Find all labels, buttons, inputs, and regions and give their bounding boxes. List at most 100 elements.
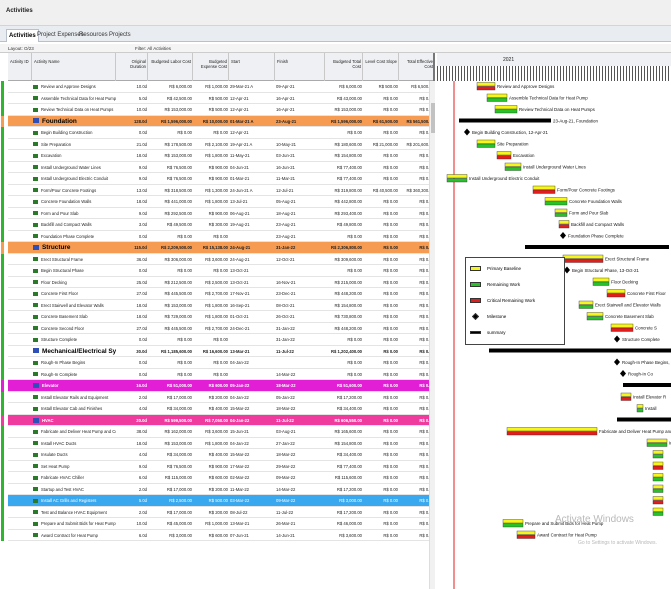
activity-row[interactable]: Install AC Grills and Registers 5.0d R$ 2,…: [8, 495, 433, 507]
wbs-row[interactable]: HVAC 20.0d R$ 599,500.00 R$ 7,050.00 04-Jan-…: [8, 414, 433, 426]
cell-start: 16-Sep-21: [230, 302, 250, 308]
baseline-bar: [606, 289, 626, 294]
cell-start: 07-Jun-21: [230, 532, 249, 538]
wbs-row[interactable]: Foundation 128.0d R$ 1,596,000.00 R$ 10,000…: [8, 115, 433, 127]
activity-row[interactable]: Install Elevator Rails and Equipment 2.0d…: [8, 392, 433, 403]
activity-row[interactable]: Begin Building Construction 0.0d R$ 0.00 R$…: [8, 127, 433, 139]
col-finish[interactable]: Finish: [275, 53, 325, 81]
activity-row[interactable]: Prepare and Submit Bids for Heat Pump 10.…: [8, 518, 433, 530]
col-budgeted-labor-cost[interactable]: Budgeted Labor Cost: [148, 53, 193, 81]
gantt-legend: Primary Baseline Remaining Work Critical R…: [465, 257, 565, 345]
wbs-row[interactable]: Elevator 16.0d R$ 51,000.00 R$ 600.00 05-Jan…: [8, 380, 433, 392]
legend-item: Primary Baseline: [470, 264, 521, 273]
activity-row[interactable]: Site Preparation 21.0d R$ 178,500.00 R$ 2,1…: [8, 139, 433, 150]
cell-dur: 16.0d: [136, 383, 147, 388]
activity-row[interactable]: Fabricate HVAC Chiller 6.0d R$ 115,000.00 R…: [8, 472, 433, 484]
activity-row[interactable]: Rough-In Phase Begins 0.0d R$ 0.00 R$ 0.00 0…: [8, 357, 433, 369]
layout-label[interactable]: Layout: O/23: [8, 46, 34, 51]
activity-row[interactable]: Test and Balance HVAC Equipment 2.0d R$ 17…: [8, 507, 433, 518]
table-header: Activity ID Activity Name Original Durat…: [8, 53, 433, 81]
activity-row[interactable]: Foundation Phase Complete 0.0d R$ 0.00 R$ 0…: [8, 231, 433, 242]
activity-icon: [33, 406, 38, 411]
cell-exp: R$ 400.00: [208, 452, 228, 457]
activity-name-text: Mechanical/Electrical Systems: [42, 347, 116, 355]
wbs-icon: [33, 417, 39, 423]
col-activity-name[interactable]: Activity Name: [32, 53, 116, 81]
activity-row[interactable]: Review and Approve Designs 10.0d R$ 6,000.…: [8, 81, 433, 93]
tab-resources[interactable]: Resources: [77, 29, 110, 42]
activity-row[interactable]: Erect Stairwell and Elevator Walls 18.0d R…: [8, 300, 433, 311]
activity-row[interactable]: Set Heat Pump 9.0d R$ 76,500.00 R$ 900.00 17…: [8, 461, 433, 472]
bar-label: Begin Structural Phase, 13-Oct-21: [572, 268, 639, 273]
col-budgeted-total-cost[interactable]: Budgeted Total Cost: [325, 53, 363, 81]
wbs-color-stripe: [1, 150, 4, 162]
cell-slope: R$ 0.00: [383, 452, 398, 457]
activity-name-text: Erect Structural Frame: [41, 256, 84, 262]
col-level-cost-slope[interactable]: Level Cost Slope: [363, 53, 399, 81]
cell-name: Assemble Technical Data for Heat Pump: [32, 93, 116, 104]
col-original-duration[interactable]: Original Duration: [116, 53, 148, 81]
activity-row[interactable]: Insulate Ducts 4.0d R$ 34,000.00 R$ 400.00 1…: [8, 449, 433, 461]
cell-slope: R$ 500.00: [378, 84, 398, 89]
activity-row[interactable]: Concrete Basement Slab 18.0d R$ 729,000.00…: [8, 311, 433, 323]
wbs-row[interactable]: Structure 115.0d R$ 2,209,500.00 R$ 15,138.…: [8, 242, 433, 254]
activity-row[interactable]: Form and Pour Slab 9.0d R$ 292,500.00 R$ 90…: [8, 208, 433, 219]
activity-row[interactable]: Fabricate and Deliver Heat Pump and Co 38…: [8, 426, 433, 438]
activity-row[interactable]: Install Elevator Cab and Finishes 4.0d R$ …: [8, 403, 433, 415]
tab-projects[interactable]: Projects: [107, 29, 133, 42]
cell-finish: 09-Mar-22: [276, 475, 296, 480]
table-scrollbar[interactable]: [429, 81, 435, 589]
activity-row[interactable]: Startup and Test HVAC 2.0d R$ 17,000.00 R$ …: [8, 484, 433, 495]
cell-slope: R$ 0.00: [383, 521, 398, 526]
activity-row[interactable]: Backfill and Compact Walls 3.0d R$ 49,500.…: [8, 219, 433, 231]
baseline-bar: [578, 300, 594, 305]
activity-row[interactable]: Begin Structural Phase 0.0d R$ 0.00 R$ 0.00…: [8, 265, 433, 277]
activity-row[interactable]: Concrete Foundation Walls 18.0d R$ 441,000…: [8, 196, 433, 208]
activity-row[interactable]: Install Underground Water Lines 9.0d R$ 76…: [8, 162, 433, 173]
activity-row[interactable]: Install Underground Electric Conduit 9.0d…: [8, 173, 433, 185]
cell-start: 12-Apr-21: [230, 107, 249, 112]
cell-total: R$ 34,400.00: [336, 452, 362, 457]
activity-row[interactable]: Excavation 18.0d R$ 153,000.00 R$ 1,800.00 1…: [8, 150, 433, 162]
activity-row[interactable]: Erect Structural Frame 36.0d R$ 306,000.00…: [8, 254, 433, 265]
cell-dur: 4.0d: [138, 452, 147, 457]
legend-item: Remaining Work: [470, 280, 520, 289]
scrollbar-thumb[interactable]: [431, 103, 435, 133]
col-activity-id[interactable]: Activity ID: [8, 53, 32, 81]
activity-row[interactable]: Install HVAC Ducts 18.0d R$ 153,000.00 R$ 1…: [8, 438, 433, 449]
cell-total: R$ 6,000.00: [339, 84, 362, 89]
filter-label[interactable]: Filter: All Activities: [135, 46, 171, 51]
tab-activities[interactable]: Activities: [6, 29, 39, 42]
cell-finish: 23-Aug-21: [276, 118, 297, 124]
col-total-effective-cost[interactable]: Total Effective Cost: [399, 53, 433, 81]
cell-slope: R$ 0.00: [383, 463, 398, 469]
bar-label: 23-Aug-21, Foundation: [553, 119, 598, 124]
col-budgeted-expense-cost[interactable]: Budgeted Expense Cost: [193, 53, 229, 81]
cell-finish: 03-Aug-21: [276, 429, 296, 434]
activity-row[interactable]: Concrete Second Floor 27.0d R$ 445,500.00 R…: [8, 323, 433, 334]
cell-total: R$ 77,400.00: [336, 164, 362, 170]
activity-row[interactable]: Floor Decking 25.0d R$ 212,500.00 R$ 2,500.…: [8, 277, 433, 288]
activity-icon: [33, 510, 38, 515]
cell-exp: R$ 2,700.00: [205, 325, 228, 331]
activity-row[interactable]: Review Technical Data on Heat Pumps 10.0d…: [8, 104, 433, 116]
cell-exp: R$ 1,800.00: [205, 440, 228, 446]
activity-row[interactable]: Rough-In Complete 0.0d R$ 0.00 R$ 0.00 14-Ma…: [8, 369, 433, 380]
cell-name: Install Underground Electric Conduit: [32, 173, 116, 184]
cell-slope: R$ 0.00: [383, 245, 398, 250]
activity-row[interactable]: Structure Complete 0.0d R$ 0.00 R$ 0.00 31-J…: [8, 334, 433, 346]
activity-row[interactable]: Assemble Technical Data for Heat Pump 5.0…: [8, 93, 433, 104]
wbs-row[interactable]: Mechanical/Electrical Systems 30.0d R$ 1,1…: [8, 345, 433, 357]
cell-total: R$ 180,600.00: [334, 141, 362, 147]
wbs-color-stripe: [1, 184, 4, 196]
activity-row[interactable]: Concrete First Floor 27.0d R$ 445,500.00 R$…: [8, 288, 433, 300]
col-start[interactable]: Start: [229, 53, 275, 81]
cell-dur: 0.0d: [138, 233, 147, 239]
activity-row[interactable]: Form/Pour Concrete Footings 13.0d R$ 318,5…: [8, 185, 433, 196]
legend-label: summary: [487, 330, 506, 335]
bar-label: Structure Complete: [622, 337, 660, 342]
activity-row[interactable]: Award Contract for Heat Pump 6.0d R$ 3,000…: [8, 530, 433, 541]
cell-start: [229, 369, 275, 380]
activity-name-text: Structure Complete: [41, 337, 78, 342]
wbs-color-stripe: [1, 483, 4, 495]
